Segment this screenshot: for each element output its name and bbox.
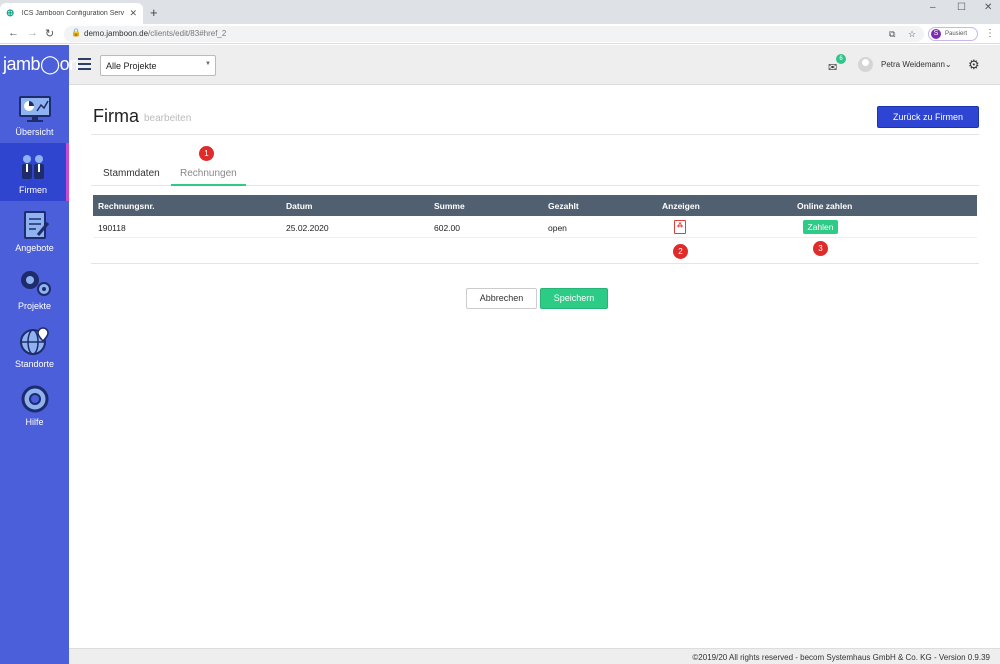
- globe-pin-icon: [19, 327, 49, 355]
- browser-tabstrip: ⊕ ICS Jamboon Configuration Serv ✕ + – ☐…: [0, 0, 1000, 24]
- browser-menu-icon[interactable]: ⋮: [985, 28, 995, 39]
- forward-arrow-icon[interactable]: →: [27, 27, 38, 39]
- project-select-value: Alle Projekte: [106, 61, 157, 71]
- sidebar-label: Übersicht: [15, 127, 54, 137]
- minimize-icon[interactable]: –: [930, 2, 936, 13]
- hamburger-menu-icon[interactable]: [78, 58, 91, 73]
- browser-tab-title: ICS Jamboon Configuration Serv: [21, 10, 125, 17]
- page-subtitle: bearbeiten: [144, 113, 192, 124]
- mail-button[interactable]: ✉ 6: [828, 54, 846, 74]
- invoice-table: Rechnungsnr. Datum Summe Gezahlt Anzeige…: [93, 195, 977, 238]
- browser-profile-button[interactable]: S Pausiert: [928, 27, 978, 41]
- document-pen-icon: [23, 211, 49, 239]
- divider: [91, 134, 979, 135]
- url-host: demo.jamboon.de: [84, 29, 149, 38]
- tab-close-icon[interactable]: ✕: [129, 8, 137, 19]
- mail-count-badge: 6: [836, 54, 846, 64]
- divider: [91, 263, 979, 264]
- browser-toolbar: ← → ↻ 🔒 demo.jamboon.de/clients/edit/83#…: [0, 24, 1000, 44]
- marker-1: 1: [199, 146, 214, 161]
- reload-icon[interactable]: ↻: [45, 27, 54, 40]
- sidebar-label: Angebote: [15, 243, 54, 253]
- window-close-icon[interactable]: ✕: [984, 2, 992, 13]
- settings-gear-icon[interactable]: ⚙: [968, 57, 980, 73]
- user-menu[interactable]: Petra Weidemann⌄: [881, 60, 952, 69]
- tab-bar: Stammdaten Rechnungen: [91, 162, 979, 186]
- invoice-paid-status: open: [548, 223, 567, 233]
- project-select[interactable]: Alle Projekte ▼: [100, 55, 216, 76]
- dashboard-icon: [18, 96, 51, 122]
- sidebar-item-standorte[interactable]: Standorte: [0, 317, 69, 375]
- invoice-number: 190118: [98, 223, 126, 233]
- jamboon-logo[interactable]: jamb◯on: [0, 45, 79, 85]
- tab-rechnungen[interactable]: Rechnungen: [180, 168, 237, 179]
- back-to-companies-button[interactable]: Zurück zu Firmen: [877, 106, 979, 128]
- sidebar-label: Hilfe: [25, 417, 44, 427]
- column-header: Datum: [286, 201, 313, 211]
- invoice-sum: 602.00: [434, 223, 460, 233]
- sidebar-item-uebersicht[interactable]: Übersicht: [0, 85, 69, 143]
- envelope-icon: ✉: [828, 62, 838, 74]
- bookmark-star-icon[interactable]: ☆: [908, 29, 916, 40]
- sidebar-item-firmen[interactable]: Firmen: [0, 143, 69, 201]
- back-arrow-icon[interactable]: ←: [8, 27, 19, 39]
- column-header: Online zahlen: [797, 201, 853, 211]
- gears-icon: [20, 271, 51, 296]
- invoice-date: 25.02.2020: [286, 223, 329, 233]
- maximize-icon[interactable]: ☐: [957, 2, 966, 13]
- sidebar-item-angebote[interactable]: Angebote: [0, 201, 69, 259]
- sidebar-label: Firmen: [18, 185, 47, 195]
- save-button[interactable]: Speichern: [540, 288, 608, 309]
- table-header-row: Rechnungsnr. Datum Summe Gezahlt Anzeige…: [93, 195, 977, 216]
- marker-2: 2: [673, 244, 688, 259]
- profile-avatar: S: [931, 29, 941, 39]
- user-name-label: Petra Weidemann: [881, 60, 945, 69]
- lock-icon: 🔒: [71, 28, 81, 37]
- sidebar: Übersicht Firmen Angebote Projekte Stand…: [0, 85, 69, 664]
- favicon-icon: ⊕: [6, 7, 15, 19]
- browser-tab[interactable]: ⊕ ICS Jamboon Configuration Serv ✕: [0, 3, 143, 24]
- pdf-icon[interactable]: ⁂: [674, 220, 686, 234]
- sidebar-label: Standorte: [14, 359, 55, 369]
- sidebar-item-projekte[interactable]: Projekte: [0, 259, 69, 317]
- url-path: /clients/edit/83#href_2: [148, 29, 227, 38]
- column-header: Gezahlt: [548, 201, 579, 211]
- column-header: Summe: [434, 201, 465, 211]
- sidebar-item-hilfe[interactable]: Hilfe: [0, 375, 69, 433]
- column-header: Rechnungsnr.: [98, 201, 155, 211]
- new-tab-button[interactable]: +: [150, 5, 158, 20]
- caret-down-icon: ▼: [205, 61, 211, 67]
- column-header: Anzeigen: [662, 201, 700, 211]
- tab-stammdaten[interactable]: Stammdaten: [103, 168, 160, 179]
- translate-icon[interactable]: ⧉: [889, 29, 895, 40]
- lifebuoy-icon: [21, 385, 48, 413]
- chevron-down-icon: ⌄: [944, 60, 952, 69]
- page-title: Firma: [93, 106, 139, 126]
- profile-status: Pausiert: [945, 31, 968, 37]
- address-bar[interactable]: 🔒 demo.jamboon.de/clients/edit/83#href_2…: [64, 26, 924, 42]
- pay-online-button[interactable]: Zahlen: [803, 220, 838, 234]
- table-row: 190118 25.02.2020 602.00 open ⁂ Zahlen: [93, 216, 977, 238]
- people-icon: [22, 155, 44, 179]
- sidebar-label: Projekte: [17, 301, 52, 311]
- marker-3: 3: [813, 241, 828, 256]
- url-text: demo.jamboon.de/clients/edit/83#href_2: [84, 29, 226, 38]
- active-tab-indicator: [171, 184, 246, 186]
- footer: ©2019/20 All rights reserved - becom Sys…: [69, 648, 1000, 664]
- user-avatar-icon[interactable]: [858, 57, 873, 72]
- app-header: jamb◯on Alle Projekte ▼ ✉ 6 Petra Weidem…: [0, 45, 1000, 85]
- cancel-button[interactable]: Abbrechen: [466, 288, 537, 309]
